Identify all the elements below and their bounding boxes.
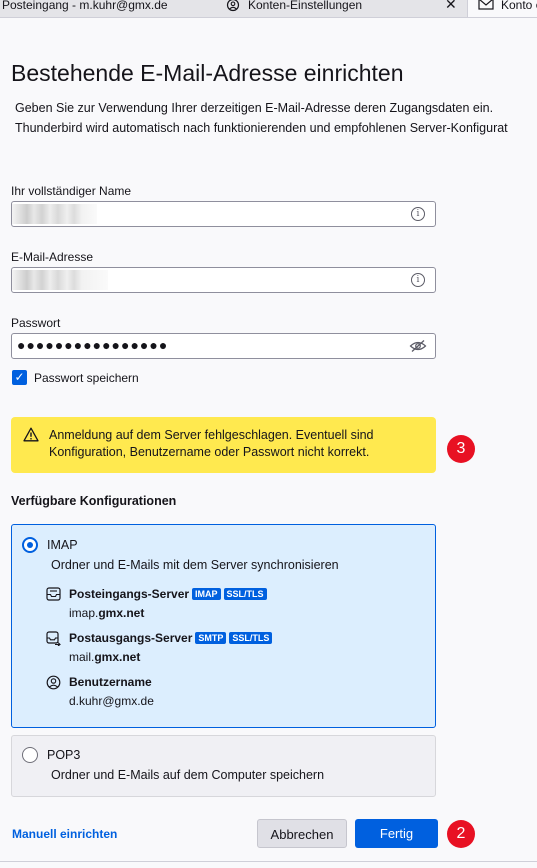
pop3-description: Ordner und E-Mails auf dem Computer spei… (51, 768, 325, 782)
intro-text: Geben Sie zur Verwendung Ihrer derzeitig… (15, 98, 508, 138)
redacted-value (12, 270, 108, 290)
password-value: ●●●●●●●●●●●●●●●● (17, 337, 169, 353)
info-icon[interactable]: i (411, 207, 425, 221)
available-configs-heading: Verfügbare Konfigurationen (11, 494, 177, 508)
imap-radio[interactable] (22, 537, 38, 553)
username-label: Benutzername (69, 675, 152, 689)
outgoing-host-domain: gmx.net (94, 650, 141, 664)
incoming-server-label: Posteingangs-Server IMAP SSL/TLS (69, 587, 267, 601)
intro-line-1: Geben Sie zur Verwendung Ihrer derzeitig… (15, 101, 494, 115)
user-icon (46, 675, 61, 695)
incoming-server-label-text: Posteingangs-Server (69, 587, 190, 601)
account-settings-icon (226, 0, 240, 15)
outgoing-server-host: mail.gmx.net (69, 650, 140, 664)
login-failed-warning: Anmeldung auf dem Server fehlgeschlagen.… (11, 417, 436, 473)
email-label: E-Mail-Adresse (11, 250, 94, 264)
tab-account-setup[interactable]: Konto e (467, 0, 537, 17)
warning-text: Anmeldung auf dem Server fehlgeschlagen.… (49, 427, 374, 461)
protocol-badge: IMAP (192, 588, 221, 600)
imap-description: Ordner und E-Mails mit dem Server synchr… (51, 558, 339, 572)
tab-account-settings-label: Konten-Einstellungen (248, 0, 363, 12)
manual-setup-link[interactable]: Manuell einrichten (12, 827, 117, 841)
email-field[interactable]: i (11, 267, 436, 293)
done-button[interactable]: Fertig (355, 819, 438, 848)
page-title: Bestehende E-Mail-Adresse einrichten (11, 60, 404, 86)
step-badge-3: 3 (447, 435, 475, 463)
outgoing-host-prefix: mail. (69, 650, 95, 664)
mail-icon (478, 0, 494, 14)
security-badge: SSL/TLS (229, 632, 273, 644)
redacted-value (12, 204, 97, 224)
step-badge-2: 2 (447, 820, 475, 848)
bottom-divider (0, 861, 537, 862)
remember-password-label: Passwort speichern (34, 371, 139, 385)
outgoing-server-label: Postausgangs-Server SMTP SSL/TLS (69, 631, 273, 645)
pop3-radio[interactable] (22, 747, 38, 763)
info-icon[interactable]: i (411, 273, 425, 287)
name-field[interactable]: i (11, 201, 436, 227)
tab-strip: Posteingang - m.kuhr@gmx.de Konten-Einst… (0, 0, 537, 18)
remember-password-checkbox[interactable]: ✓ (12, 370, 27, 385)
incoming-server-icon (46, 587, 61, 606)
outgoing-server-label-text: Postausgangs-Server (69, 631, 193, 645)
incoming-host-prefix: imap. (69, 606, 99, 620)
password-label: Passwort (11, 316, 61, 330)
pop3-config-option[interactable]: POP3 Ordner und E-Mails auf dem Computer… (11, 735, 436, 797)
imap-config-option[interactable]: IMAP Ordner und E-Mails mit dem Server s… (11, 524, 436, 728)
tab-inbox[interactable]: Posteingang - m.kuhr@gmx.de (0, 0, 210, 17)
password-field[interactable]: ●●●●●●●●●●●●●●●● (11, 333, 436, 359)
warning-icon (23, 427, 39, 447)
cancel-button[interactable]: Abbrechen (257, 819, 347, 848)
close-icon[interactable]: ✕ (445, 0, 457, 11)
outgoing-server-icon (46, 631, 61, 651)
name-label: Ihr vollständiger Name (11, 184, 132, 198)
intro-line-2: Thunderbird wird automatisch nach funkti… (15, 121, 508, 135)
incoming-host-domain: gmx.net (98, 606, 145, 620)
eye-slash-icon[interactable] (409, 339, 427, 358)
imap-name: IMAP (47, 538, 78, 552)
security-badge: SSL/TLS (223, 588, 267, 600)
pop3-name: POP3 (47, 748, 81, 762)
warning-line-1: Anmeldung auf dem Server fehlgeschlagen.… (49, 428, 374, 442)
tab-account-settings[interactable]: Konten-Einstellungen ✕ (218, 0, 466, 17)
incoming-server-host: imap.gmx.net (69, 606, 144, 620)
warning-line-2: Konfiguration, Benutzername oder Passwor… (49, 445, 370, 459)
protocol-badge: SMTP (195, 632, 227, 644)
tab-inbox-label: Posteingang - m.kuhr@gmx.de (2, 0, 168, 12)
tab-account-setup-label: Konto e (501, 0, 537, 12)
username-value: d.kuhr@gmx.de (69, 694, 154, 708)
